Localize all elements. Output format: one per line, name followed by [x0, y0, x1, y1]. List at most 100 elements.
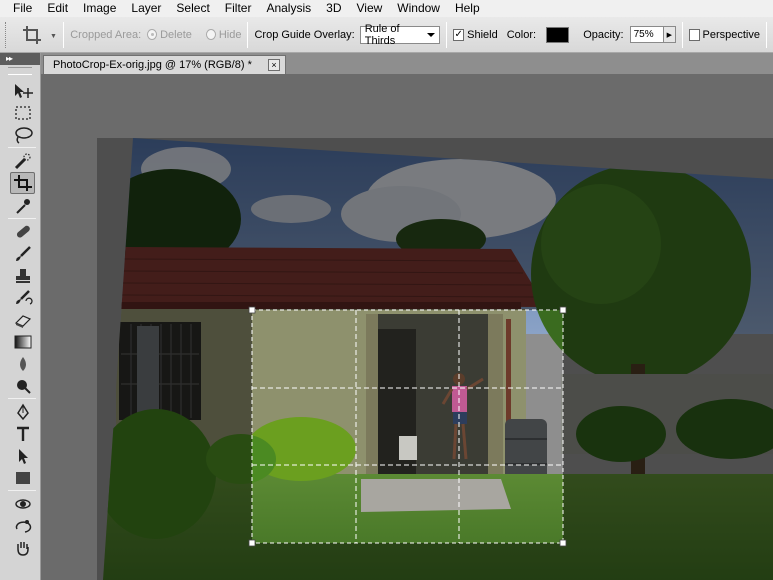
eraser-tool[interactable] — [10, 309, 35, 331]
opacity-slider-arrow-icon[interactable]: ▶ — [664, 26, 676, 43]
move-icon — [14, 84, 33, 98]
toolbox-collapse-button[interactable]: ▸▸ — [0, 53, 40, 65]
hide-radio[interactable] — [205, 29, 216, 40]
pen-icon — [16, 403, 29, 421]
lasso-tool[interactable] — [10, 124, 35, 146]
spot-healing-tool[interactable] — [10, 221, 35, 243]
hide-label: Hide — [218, 28, 242, 41]
3d-rotate-icon — [14, 499, 31, 509]
toolbox: ▸▸ — [0, 53, 41, 580]
rectangle-tool[interactable] — [10, 467, 35, 489]
chair — [399, 436, 417, 460]
drop-icon — [19, 357, 26, 371]
menu-layer[interactable]: Layer — [124, 0, 169, 17]
cropped-area-label: Cropped Area: — [70, 28, 142, 41]
brush-icon — [15, 246, 31, 261]
opacity-label: Opacity: — [583, 28, 624, 41]
options-bar: ▼ Cropped Area: Delete Hide Crop Guide O… — [0, 17, 773, 53]
crop-handle-top-right[interactable] — [559, 306, 567, 314]
menu-filter[interactable]: Filter — [218, 0, 260, 17]
separator — [8, 490, 36, 491]
person-leg — [452, 423, 458, 460]
arrow-pointer-icon — [18, 449, 28, 464]
quick-selection-tool[interactable] — [10, 150, 35, 172]
document-tab[interactable]: PhotoCrop-Ex-orig.jpg @ 17% (RGB/8) * × — [43, 55, 286, 74]
move-tool[interactable] — [10, 80, 35, 102]
separator — [446, 21, 448, 48]
menu-file[interactable]: File — [0, 0, 40, 17]
blur-tool[interactable] — [10, 353, 35, 375]
pen-tool[interactable] — [10, 401, 35, 423]
separator — [8, 398, 36, 399]
separator — [8, 147, 36, 148]
clone-stamp-tool[interactable] — [10, 265, 35, 287]
porch-column — [488, 314, 503, 494]
document-tab-bar: PhotoCrop-Ex-orig.jpg @ 17% (RGB/8) * × — [41, 53, 773, 74]
separator — [765, 21, 767, 48]
separator — [63, 21, 65, 48]
menu-analysis[interactable]: Analysis — [259, 0, 319, 17]
history-brush-icon — [15, 290, 33, 305]
shield-color-swatch[interactable] — [546, 26, 570, 43]
stamp-icon — [15, 269, 30, 283]
menu-select[interactable]: Select — [169, 0, 217, 17]
3d-orbit-tool[interactable] — [10, 515, 35, 537]
3d-rotate-tool[interactable] — [10, 493, 35, 515]
crop-icon — [13, 175, 32, 191]
type-icon — [16, 426, 29, 441]
history-brush-tool[interactable] — [10, 287, 35, 309]
opacity-input[interactable]: 75% — [629, 26, 665, 43]
path-selection-tool[interactable] — [10, 445, 35, 467]
shield-label: Shield — [467, 28, 498, 41]
close-icon[interactable]: × — [268, 59, 280, 71]
crop-icon — [22, 25, 41, 44]
menu-edit[interactable]: Edit — [40, 0, 76, 17]
gradient-icon — [14, 335, 31, 349]
gradient-tool[interactable] — [10, 331, 35, 353]
dodge-icon — [16, 380, 31, 394]
crop-guide-overlay-label: Crop Guide Overlay: — [254, 28, 355, 41]
quick-selection-icon — [14, 153, 31, 170]
perspective-label: Perspective — [702, 28, 760, 41]
marquee-icon — [14, 106, 31, 120]
menu-3d[interactable]: 3D — [319, 0, 349, 17]
eyedropper-tool[interactable] — [10, 195, 35, 217]
color-label: Color: — [506, 28, 537, 41]
lasso-icon — [14, 127, 33, 144]
eyedropper-icon — [15, 199, 30, 214]
menu-window[interactable]: Window — [390, 0, 448, 17]
bandage-icon — [16, 225, 30, 238]
document-canvas[interactable] — [41, 74, 773, 580]
chevron-down-icon — [427, 32, 436, 37]
crop-handle-top-left[interactable] — [248, 306, 256, 314]
delete-label: Delete — [160, 28, 192, 41]
menu-image[interactable]: Image — [76, 0, 124, 17]
options-bar-grip[interactable] — [5, 21, 10, 48]
rectangle-icon — [15, 472, 30, 484]
crop-handle-bottom-right[interactable] — [559, 539, 567, 547]
3d-orbit-icon — [15, 520, 31, 533]
menu-help[interactable]: Help — [448, 0, 488, 17]
crop-guide-overlay-value: Rule of Thirds — [364, 22, 400, 47]
crop-handle-bottom-left[interactable] — [248, 539, 256, 547]
canvas-area[interactable] — [41, 74, 773, 580]
porch-column — [366, 314, 378, 494]
perspective-checkbox[interactable] — [688, 28, 700, 41]
toolbox-grip[interactable] — [8, 67, 32, 75]
shield-checkbox[interactable]: ✓ — [453, 28, 465, 41]
separator — [681, 21, 683, 48]
crop-guide-overlay-select[interactable]: Rule of Thirds — [359, 22, 441, 47]
delete-radio[interactable] — [147, 29, 158, 40]
marquee-tool[interactable] — [10, 102, 35, 124]
patio — [361, 479, 511, 512]
tool-preset-picker[interactable]: ▼ — [18, 22, 57, 48]
eraser-icon — [14, 315, 31, 328]
type-tool[interactable] — [10, 423, 35, 445]
hand-tool[interactable] — [10, 537, 35, 559]
menu-bar: File Edit Image Layer Select Filter Anal… — [0, 0, 773, 17]
dodge-tool[interactable] — [10, 375, 35, 397]
hand-icon — [16, 542, 29, 556]
brush-tool[interactable] — [10, 243, 35, 265]
crop-tool[interactable] — [10, 172, 35, 194]
menu-view[interactable]: View — [349, 0, 390, 17]
